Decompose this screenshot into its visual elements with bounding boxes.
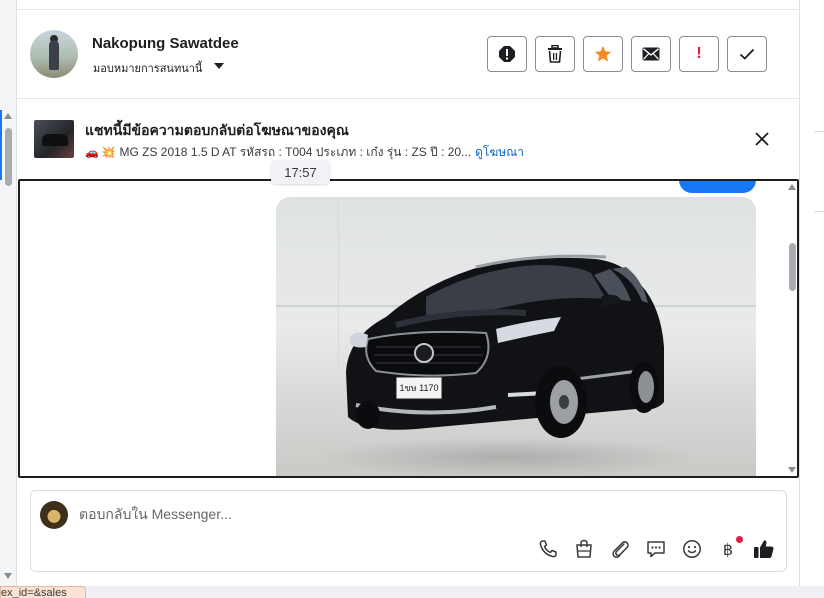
- right-strip: [800, 0, 824, 586]
- delete-button[interactable]: [535, 36, 575, 72]
- trash-icon: [548, 45, 562, 63]
- left-scroll-strip: [0, 0, 17, 586]
- emoji-icon: [683, 540, 701, 558]
- star-button[interactable]: [583, 36, 623, 72]
- call-button[interactable]: [537, 538, 559, 560]
- star-icon: [594, 45, 612, 62]
- report-icon: [499, 46, 515, 62]
- selected-indicator: [0, 110, 2, 180]
- scroll-down-arrow[interactable]: [4, 573, 12, 579]
- ad-reply-banner: แชทนี้มีข้อความตอบกลับต่อโฆษณาของคุณ 🚗 💥…: [17, 100, 800, 176]
- paperclip-icon: [612, 541, 629, 559]
- conversation-header: Nakopung Sawatdee มอบหมายการสนทนานี้ !: [17, 10, 800, 99]
- scroll-up-arrow[interactable]: [4, 113, 12, 119]
- view-ad-link[interactable]: ดูโฆษณา: [475, 145, 524, 159]
- scrollbar-thumb[interactable]: [5, 128, 12, 186]
- contact-name[interactable]: Nakopung Sawatdee: [92, 35, 239, 52]
- assign-conversation-label[interactable]: มอบหมายการสนทนานี้: [93, 59, 202, 77]
- mark-unread-button[interactable]: [631, 36, 671, 72]
- reply-composer: ฿: [30, 490, 787, 572]
- check-icon: [739, 48, 755, 60]
- car-image: 1ขษ 1170: [346, 254, 664, 438]
- mail-icon: [642, 47, 660, 61]
- conversation-panel: Nakopung Sawatdee มอบหมายการสนทนานี้ ! แ…: [17, 0, 800, 586]
- contact-avatar[interactable]: [30, 30, 78, 78]
- baht-icon: ฿: [722, 539, 734, 559]
- exclamation-icon: !: [696, 45, 702, 62]
- notification-dot: [736, 536, 743, 543]
- mark-important-button[interactable]: !: [679, 36, 719, 72]
- shopping-bag-icon: [576, 539, 592, 558]
- shop-button[interactable]: [573, 538, 595, 560]
- car-emoji-icon: 🚗 💥: [85, 147, 116, 159]
- chevron-down-icon[interactable]: [214, 63, 224, 69]
- thread-scroll-up[interactable]: [788, 184, 796, 190]
- attach-button[interactable]: [609, 538, 631, 560]
- thread-scroll-down[interactable]: [788, 467, 796, 473]
- saved-replies-button[interactable]: [645, 538, 667, 560]
- like-button[interactable]: [753, 538, 775, 560]
- message-thread[interactable]: 1ขษ 1170: [18, 179, 799, 478]
- ad-banner-title: แชทนี้มีข้อความตอบกลับต่อโฆษณาของคุณ: [85, 122, 349, 138]
- license-plate-text: 1ขษ 1170: [400, 383, 439, 393]
- browser-status-tab: ex_id=&sales: [0, 586, 86, 598]
- page-avatar: [40, 501, 68, 529]
- report-spam-button[interactable]: [487, 36, 527, 72]
- car-photo-attachment[interactable]: 1ขษ 1170: [276, 197, 756, 476]
- ad-description-text: MG ZS 2018 1.5 D AT รหัสรถ : T004 ประเภท…: [119, 145, 472, 159]
- chat-bubble-icon: [647, 541, 665, 558]
- emoji-button[interactable]: [681, 538, 703, 560]
- mark-done-button[interactable]: [727, 36, 767, 72]
- reply-input[interactable]: [79, 503, 679, 525]
- close-icon[interactable]: [753, 130, 771, 148]
- outgoing-message-bubble[interactable]: [679, 181, 756, 193]
- thread-scrollbar-thumb[interactable]: [789, 243, 796, 291]
- phone-icon: [539, 540, 557, 558]
- thumbs-up-icon: [754, 540, 774, 558]
- ad-thumbnail[interactable]: [34, 120, 74, 158]
- message-timestamp: 17:57: [271, 160, 330, 184]
